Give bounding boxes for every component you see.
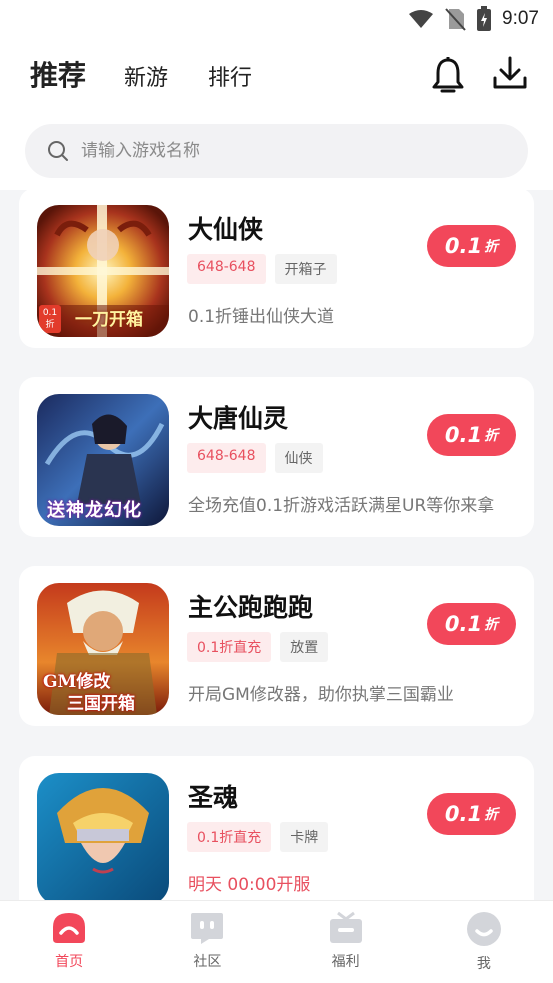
discount-button[interactable]: 0.1 折 (427, 793, 516, 835)
header: 推荐 新游 排行 (0, 38, 553, 190)
game-icon-datangxianling: 送神龙幻化 (37, 394, 169, 526)
tab-label: 推荐 (30, 59, 87, 92)
tab-label: 排行 (208, 66, 253, 91)
discount-unit: 折 (484, 807, 499, 823)
tab-ranking[interactable]: 排行 (208, 60, 252, 92)
tab-recommend[interactable]: 推荐 (30, 54, 87, 99)
discount-button[interactable]: 0.1 折 (427, 603, 516, 645)
game-description: 全场充值0.1折游戏活跃满星UR等你来拿 (188, 496, 495, 516)
discount-button[interactable]: 0.1 折 (427, 225, 516, 267)
home-icon (53, 913, 86, 943)
nav-label: 首页 (55, 954, 84, 970)
game-name: 圣魂 (188, 783, 239, 812)
game-description: 0.1折锤出仙侠大道 (188, 307, 335, 327)
discount-value: 0.1 (444, 612, 483, 636)
icon-overlay-text-2: 三国开箱 (67, 694, 135, 714)
discount-value: 0.1 (444, 802, 483, 826)
bottom-nav: 首页 社区 福利 我 (0, 900, 553, 983)
tag-list: 648-648 开箱子 (187, 254, 337, 284)
discount-unit: 折 (484, 239, 499, 255)
game-card[interactable]: 圣魂 0.1折直充 卡牌 明天 00:00开服 0.1 折 (19, 756, 534, 900)
game-icon-shenghun (37, 773, 169, 900)
profile-icon (466, 912, 501, 946)
nav-label: 福利 (331, 954, 360, 970)
no-sim-icon (445, 8, 466, 31)
gift-icon (329, 911, 362, 943)
game-description: 开局GM修改器，助你执掌三国霸业 (188, 685, 454, 705)
game-card[interactable]: 一刀开箱 0.1折 大仙侠 648-648 开箱子 0.1折锤出仙侠大道 0.1… (19, 190, 534, 348)
nav-label: 社区 (193, 954, 222, 970)
tag-list: 648-648 仙侠 (187, 443, 323, 473)
status-time: 9:07 (502, 8, 539, 29)
nav-label: 我 (476, 956, 491, 972)
nav-community[interactable]: 社区 (138, 901, 276, 983)
tag: 648-648 (187, 443, 266, 473)
game-release-time: 明天 00:00开服 (188, 875, 311, 895)
chat-icon (191, 913, 224, 944)
nav-profile[interactable]: 我 (415, 901, 553, 983)
search-icon (48, 141, 68, 161)
discount-value: 0.1 (444, 234, 483, 258)
game-card[interactable]: 送神龙幻化 大唐仙灵 648-648 仙侠 全场充值0.1折游戏活跃满星UR等你… (19, 377, 534, 537)
search-bar[interactable] (25, 124, 528, 178)
tag: 放置 (280, 632, 329, 662)
icon-overlay-text: 送神龙幻化 (47, 500, 142, 521)
nav-home[interactable]: 首页 (0, 901, 138, 983)
search-input[interactable] (81, 141, 481, 161)
discount-unit: 折 (484, 428, 499, 444)
game-name: 主公跑跑跑 (188, 593, 314, 622)
wifi-icon (409, 10, 434, 28)
tab-label: 新游 (124, 66, 169, 91)
tag: 卡牌 (280, 822, 329, 852)
game-icon-daxianxia: 一刀开箱 0.1折 (37, 205, 169, 337)
game-name: 大仙侠 (188, 215, 264, 244)
bell-icon[interactable] (431, 56, 465, 94)
game-list[interactable]: 一刀开箱 0.1折 大仙侠 648-648 开箱子 0.1折锤出仙侠大道 0.1… (0, 190, 553, 900)
status-bar: 9:07 (0, 0, 553, 38)
tag: 开箱子 (274, 254, 337, 284)
game-name: 大唐仙灵 (188, 404, 289, 433)
tag: 648-648 (187, 254, 266, 284)
tag: 0.1折直充 (187, 632, 272, 662)
tag: 0.1折直充 (187, 822, 272, 852)
tag-list: 0.1折直充 卡牌 (187, 822, 329, 852)
discount-button[interactable]: 0.1 折 (427, 414, 516, 456)
game-card[interactable]: GM修改 三国开箱 主公跑跑跑 0.1折直充 放置 开局GM修改器，助你执掌三国… (19, 566, 534, 726)
discount-unit: 折 (484, 617, 499, 633)
game-icon-zhugongpaopaopao: GM修改 三国开箱 (37, 583, 169, 715)
download-icon[interactable] (492, 56, 528, 92)
tab-new-games[interactable]: 新游 (124, 60, 168, 92)
icon-overlay-text: 一刀开箱 (75, 310, 143, 330)
tag: 仙侠 (274, 443, 323, 473)
discount-value: 0.1 (444, 423, 483, 447)
battery-icon (477, 6, 492, 31)
tag-list: 0.1折直充 放置 (187, 632, 329, 662)
nav-benefits[interactable]: 福利 (277, 901, 415, 983)
icon-badge: 0.1折 (39, 305, 61, 333)
